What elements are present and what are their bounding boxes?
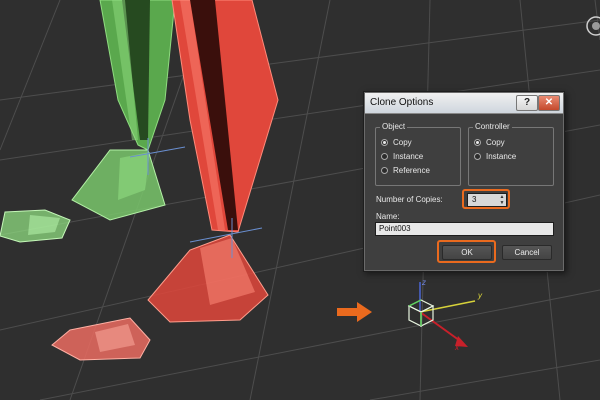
radio-empty-icon (381, 152, 388, 160)
x-axis-label: x (455, 343, 459, 352)
green-leg-object[interactable] (0, 0, 176, 243)
copies-highlight (462, 189, 510, 209)
dialog-title: Clone Options (370, 97, 434, 108)
controller-group-label: Controller (473, 122, 512, 131)
corner-object (586, 16, 600, 36)
object-group-label: Object (380, 122, 408, 131)
controller-copy-radio[interactable]: Copy (474, 136, 505, 148)
y-axis-label: y (478, 291, 482, 300)
controller-instance-label: Instance (486, 151, 517, 161)
object-copy-label: Copy (393, 137, 412, 147)
dialog-titlebar[interactable]: Clone Options ? ✕ (365, 93, 563, 114)
point-helper-icon[interactable] (407, 282, 476, 347)
name-field[interactable]: Point003 (375, 222, 554, 236)
controller-group: Controller Copy Instance (468, 122, 554, 186)
controller-instance-radio[interactable]: Instance (474, 150, 516, 162)
name-label: Name: (376, 212, 400, 221)
object-copy-radio[interactable]: Copy (381, 136, 412, 148)
clone-options-dialog: Clone Options ? ✕ Object Copy Instance R… (363, 91, 565, 272)
z-axis-label: z (422, 278, 426, 287)
number-of-copies-label: Number of Copies: (376, 195, 443, 204)
radio-empty-icon (474, 152, 481, 160)
object-reference-label: Reference (393, 165, 430, 175)
object-instance-radio[interactable]: Instance (381, 150, 423, 162)
close-icon[interactable]: ✕ (538, 95, 560, 111)
radio-selected-icon (381, 138, 388, 146)
object-reference-radio[interactable]: Reference (381, 164, 430, 176)
help-icon[interactable]: ? (516, 95, 538, 111)
ok-highlight (437, 240, 496, 263)
object-group: Object Copy Instance Reference (375, 122, 461, 186)
controller-copy-label: Copy (486, 137, 505, 147)
arrow-right-icon (337, 302, 372, 322)
cancel-button[interactable]: Cancel (502, 245, 552, 260)
object-instance-label: Instance (393, 151, 424, 161)
radio-empty-icon (381, 166, 388, 174)
radio-selected-icon (474, 138, 481, 146)
3d-viewport[interactable]: y z x Clone Options ? ✕ Object Copy Inst… (0, 0, 600, 400)
